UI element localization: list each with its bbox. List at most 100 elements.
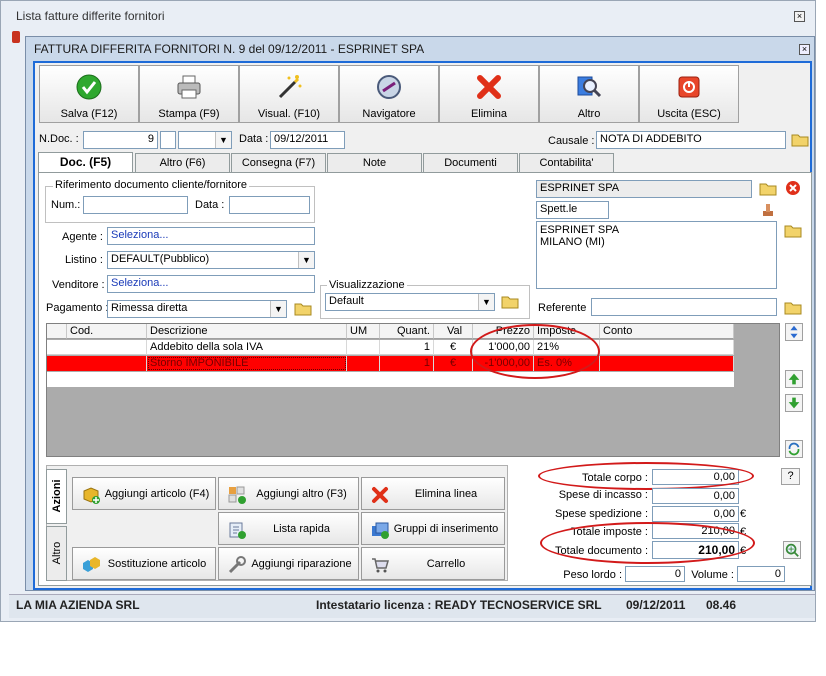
dialog-close-icon[interactable]: × <box>799 44 810 55</box>
agente-field[interactable]: Seleziona... <box>107 227 315 245</box>
chevron-down-icon: ▼ <box>478 294 494 310</box>
ndoc-suffix-field[interactable] <box>160 131 176 149</box>
annotation-oval <box>470 324 600 379</box>
num-field[interactable] <box>83 196 188 214</box>
add-article-button[interactable]: Aggiungi articolo (F4) <box>72 477 216 510</box>
referente-label: Referente <box>538 302 587 314</box>
column-header-descrizione[interactable]: Descrizione <box>147 324 347 339</box>
delete-line-button[interactable]: Elimina linea <box>361 477 505 510</box>
folder-icon[interactable] <box>791 131 809 147</box>
tab-contabilita[interactable]: Contabilita' <box>519 153 614 172</box>
volume-field[interactable]: 0 <box>737 566 785 582</box>
navigator-button[interactable]: Navigatore <box>339 65 439 123</box>
referente-field[interactable] <box>591 298 777 316</box>
insert-groups-button[interactable]: Gruppi di inserimento <box>361 512 505 545</box>
tab-doc[interactable]: Doc. (F5) <box>38 152 133 173</box>
currency-symbol: € <box>740 508 747 520</box>
pagamento-select[interactable]: Rimessa diretta ▼ <box>107 300 287 318</box>
pagamento-value: Rimessa diretta <box>111 302 188 314</box>
tab-altro[interactable]: Altro (F6) <box>135 153 230 172</box>
stamp-icon[interactable] <box>759 201 777 217</box>
exit-label: Uscita (ESC) <box>657 108 721 120</box>
folder-icon[interactable] <box>759 180 777 196</box>
address-box[interactable]: ESPRINET SPA MILANO (MI) <box>536 221 777 289</box>
date-label: Data : <box>239 133 269 145</box>
listino-value: DEFAULT(Pubblico) <box>111 253 210 265</box>
column-header-um[interactable]: UM <box>347 324 380 339</box>
causale-field[interactable]: NOTA DI ADDEBITO <box>596 131 786 149</box>
address-line: MILANO (MI) <box>540 236 605 248</box>
annotation-oval <box>540 522 755 564</box>
side-tab-azioni-label: Azioni <box>51 479 63 513</box>
printer-icon <box>177 75 201 99</box>
refresh-icon[interactable] <box>785 440 803 458</box>
side-tab-altro[interactable]: Altro <box>46 526 67 581</box>
print-label: Stampa (F9) <box>158 108 220 120</box>
spese-spedizione-label: Spese spedizione : <box>555 508 648 520</box>
delete-line-label: Elimina linea <box>414 488 478 500</box>
listino-label: Listino : <box>65 254 103 266</box>
replace-article-icon <box>83 557 100 572</box>
preview-button[interactable]: Visual. (F10) <box>239 65 339 123</box>
save-button[interactable]: Salva (F12) <box>39 65 139 123</box>
folder-icon[interactable] <box>784 299 802 315</box>
arrow-up-icon[interactable] <box>785 370 803 388</box>
tab-note[interactable]: Note <box>327 153 422 172</box>
supplier-name-field[interactable]: ESPRINET SPA <box>536 180 752 198</box>
background-app-icon <box>12 31 20 43</box>
add-article-label: Aggiungi articolo (F4) <box>104 488 210 500</box>
folder-icon[interactable] <box>294 300 312 316</box>
tab-documenti[interactable]: Documenti <box>423 153 518 172</box>
help-button[interactable]: ? <box>781 468 800 485</box>
add-repair-button[interactable]: Aggiungi riparazione <box>218 547 359 580</box>
add-other-button[interactable]: Aggiungi altro (F3) <box>218 477 359 510</box>
venditore-field[interactable]: Seleziona... <box>107 275 315 293</box>
zoom-icon[interactable] <box>783 541 801 559</box>
table-row-empty[interactable] <box>47 372 734 387</box>
dialog-title: FATTURA DIFFERITA FORNITORI N. 9 del 09/… <box>34 42 425 56</box>
delete-button[interactable]: Elimina <box>439 65 539 123</box>
quick-list-button[interactable]: Lista rapida <box>218 512 359 545</box>
insert-groups-label: Gruppi di inserimento <box>393 523 499 535</box>
print-button[interactable]: Stampa (F9) <box>139 65 239 123</box>
other-button[interactable]: Altro <box>539 65 639 123</box>
reference-title: Riferimento documento cliente/fornitore <box>53 179 249 191</box>
visualizzazione-title: Visualizzazione <box>327 279 407 291</box>
cell-um <box>347 356 380 371</box>
cart-button[interactable]: Carrello <box>361 547 505 580</box>
spese-incasso-field[interactable]: 0,00 <box>652 488 739 504</box>
visualizzazione-value: Default <box>329 295 364 307</box>
replace-article-button[interactable]: Sostituzione articolo <box>72 547 216 580</box>
listino-select[interactable]: DEFAULT(Pubblico) ▼ <box>107 251 315 269</box>
cart-label: Carrello <box>426 558 466 570</box>
tab-consegna[interactable]: Consegna (F7) <box>231 153 326 172</box>
spese-spedizione-field[interactable]: 0,00 <box>652 506 739 522</box>
ref-date-field[interactable] <box>229 196 310 214</box>
series-select[interactable]: ▼ <box>178 131 232 149</box>
footer-time: 08.46 <box>706 598 737 612</box>
side-tab-azioni[interactable]: Azioni <box>46 469 67 524</box>
exit-button[interactable]: Uscita (ESC) <box>639 65 739 123</box>
background-close-icon[interactable]: × <box>794 11 805 22</box>
exit-icon <box>678 76 700 98</box>
folder-icon[interactable] <box>784 222 802 238</box>
remove-supplier-icon[interactable] <box>784 180 802 196</box>
repair-icon <box>228 556 246 574</box>
visualizzazione-select[interactable]: Default ▼ <box>325 293 495 311</box>
spett-field[interactable]: Spett.le <box>536 201 609 219</box>
column-header-cod[interactable]: Cod. <box>67 324 147 339</box>
folder-icon[interactable] <box>501 293 519 309</box>
move-updown-icon[interactable] <box>785 323 803 341</box>
date-field[interactable]: 09/12/2011 <box>270 131 345 149</box>
arrow-down-icon[interactable] <box>785 394 803 412</box>
ndoc-field[interactable]: 9 <box>83 131 158 149</box>
chevron-down-icon: ▼ <box>215 132 231 148</box>
column-header-conto[interactable]: Conto <box>600 324 734 339</box>
column-header-quant[interactable]: Quant. <box>380 324 434 339</box>
chevron-down-icon: ▼ <box>270 301 286 317</box>
save-label: Salva (F12) <box>60 108 118 120</box>
magnifier-icon <box>577 76 602 98</box>
column-header-val[interactable]: Val <box>434 324 473 339</box>
peso-lordo-field[interactable]: 0 <box>625 566 685 582</box>
annotation-oval <box>538 462 754 490</box>
